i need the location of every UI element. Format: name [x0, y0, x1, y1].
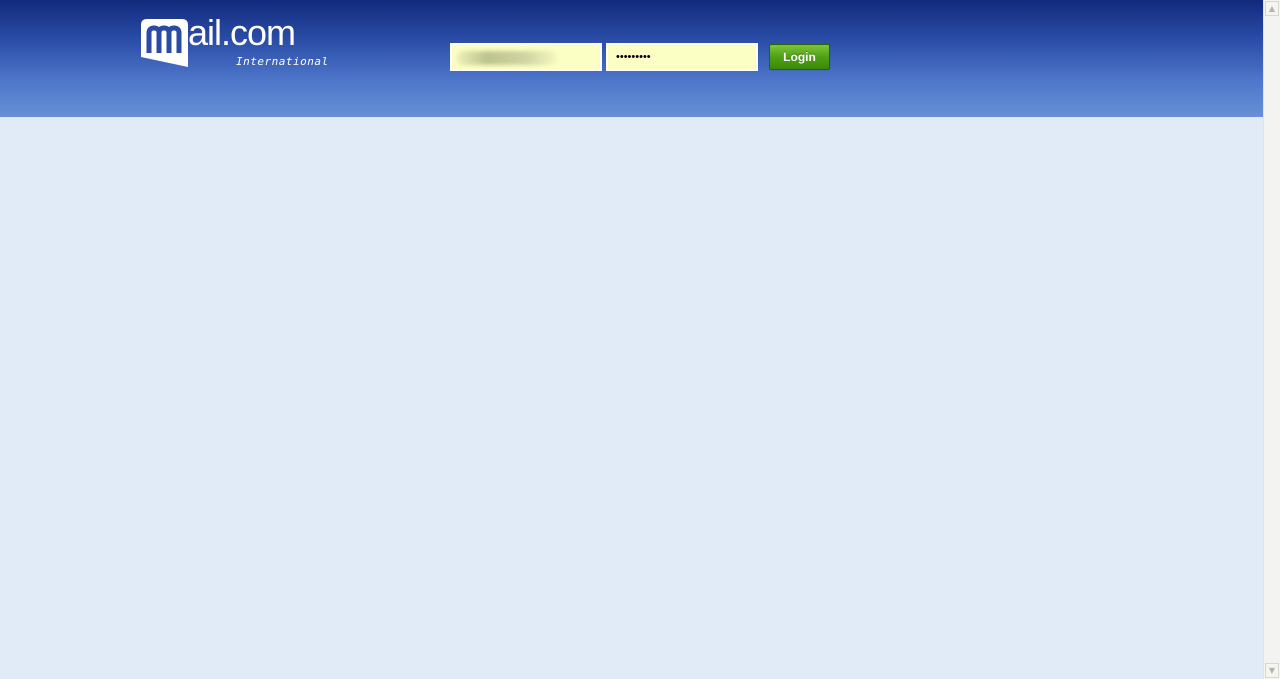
username-blurred-value	[457, 51, 557, 65]
password-field[interactable]: •••••••••	[606, 43, 758, 71]
logo-sub-text: International	[236, 55, 329, 68]
page: ail.com International ••••••••• Login ▲ …	[0, 0, 1280, 679]
scroll-up-icon[interactable]: ▲	[1265, 1, 1279, 16]
logo-m-mark	[141, 19, 188, 67]
header-bar: ail.com International ••••••••• Login	[0, 0, 1263, 117]
password-value: •••••••••	[616, 51, 651, 63]
username-field[interactable]	[450, 43, 602, 71]
login-button[interactable]: Login	[769, 44, 830, 70]
logo-brand-text: ail.com	[188, 12, 296, 53]
vertical-scrollbar[interactable]: ▲ ▼	[1263, 0, 1280, 679]
mail-com-logo[interactable]: ail.com International	[141, 13, 329, 71]
scroll-down-icon[interactable]: ▼	[1265, 663, 1279, 678]
